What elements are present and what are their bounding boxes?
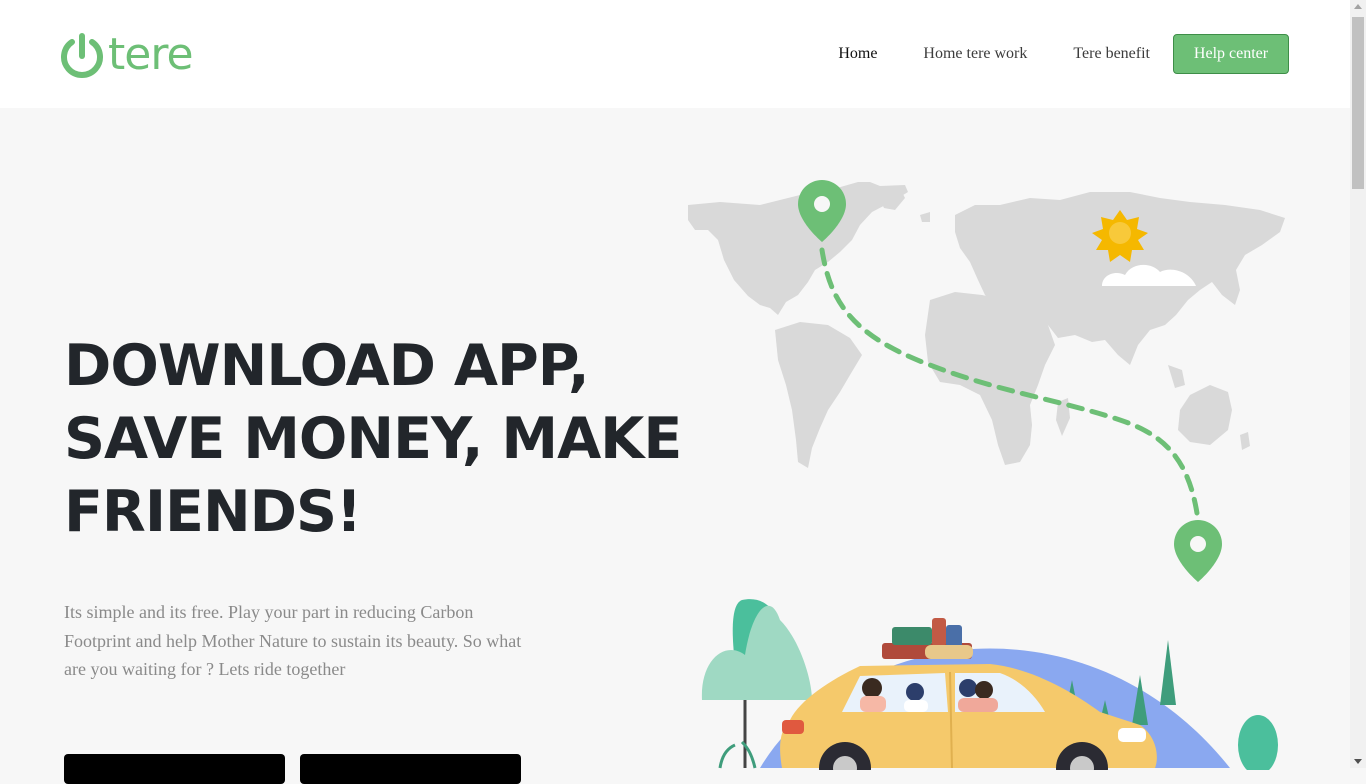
scroll-down-arrow-icon[interactable] xyxy=(1354,759,1362,764)
main-nav: Home Home tere work Tere benefit Help ce… xyxy=(838,34,1289,74)
nav-tere-benefit[interactable]: Tere benefit xyxy=(1073,45,1150,63)
site-header: tere Home Home tere work Tere benefit He… xyxy=(0,0,1350,108)
nav-how-tere-works[interactable]: Home tere work xyxy=(923,45,1027,63)
hero-title-line: FRIENDS! xyxy=(64,479,362,545)
bush-right xyxy=(1238,715,1278,770)
help-center-button[interactable]: Help center xyxy=(1173,34,1289,74)
power-icon xyxy=(61,33,103,78)
tere-logo[interactable]: tere xyxy=(60,29,194,80)
nav-home[interactable]: Home xyxy=(838,45,877,63)
hero-title-line: DOWNLOAD APP, xyxy=(64,333,590,399)
hero-description: Its simple and its free. Play your part … xyxy=(64,602,522,679)
hero-title: DOWNLOAD APP, SAVE MONEY, MAKE FRIENDS! xyxy=(64,330,682,549)
plants xyxy=(718,740,757,769)
location-pin-icon xyxy=(1174,520,1222,582)
hero-illustration xyxy=(688,180,1285,770)
luggage xyxy=(882,618,973,659)
page-scrollbar[interactable] xyxy=(1350,0,1366,768)
brand-name: tere xyxy=(108,29,194,80)
app-store-button[interactable] xyxy=(64,754,285,784)
scroll-up-arrow-icon[interactable] xyxy=(1354,4,1362,9)
scroll-thumb[interactable] xyxy=(1352,17,1364,189)
hero-title-line: SAVE MONEY, MAKE xyxy=(64,406,682,472)
google-play-button[interactable] xyxy=(300,754,521,784)
world-map xyxy=(688,182,1285,468)
